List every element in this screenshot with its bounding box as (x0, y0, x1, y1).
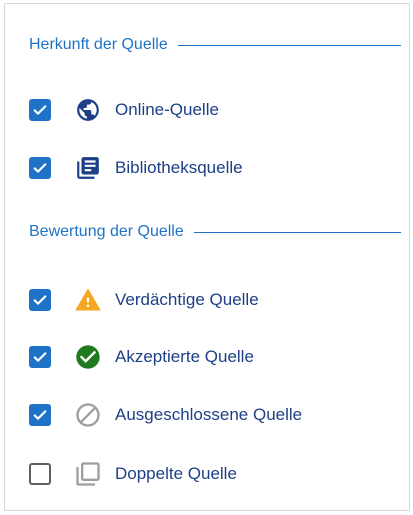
duplicate-icon (73, 459, 103, 489)
section-divider (193, 232, 401, 233)
option-online-quelle[interactable]: Online-Quelle (29, 93, 219, 127)
check-mark-icon (33, 410, 47, 420)
section-title-herkunft: Herkunft der Quelle (29, 36, 168, 53)
library-books-icon (73, 153, 103, 183)
globe-icon (73, 95, 103, 125)
option-label: Online-Quelle (115, 100, 219, 119)
option-label: Verdächtige Quelle (115, 290, 259, 309)
option-verdaechtige-quelle[interactable]: Verdächtige Quelle (29, 283, 259, 317)
option-ausgeschlossene-quelle[interactable]: Ausgeschlossene Quelle (29, 398, 302, 432)
option-bibliotheksquelle[interactable]: Bibliotheksquelle (29, 151, 243, 185)
checkbox-ausgeschlossene-quelle[interactable] (29, 404, 51, 426)
checkbox-akzeptierte-quelle[interactable] (29, 346, 51, 368)
option-label: Bibliotheksquelle (115, 158, 243, 177)
section-title-bewertung: Bewertung der Quelle (29, 223, 184, 240)
section-header-herkunft: Herkunft der Quelle (29, 34, 401, 56)
checkbox-doppelte-quelle[interactable] (29, 463, 51, 485)
checkbox-verdaechtige-quelle[interactable] (29, 289, 51, 311)
check-circle-icon (73, 342, 103, 372)
warning-icon (73, 285, 103, 315)
section-header-bewertung: Bewertung der Quelle (29, 221, 401, 243)
option-label: Ausgeschlossene Quelle (115, 405, 303, 424)
check-mark-icon (33, 295, 47, 305)
checkbox-online-quelle[interactable] (29, 99, 51, 121)
check-mark-icon (33, 163, 47, 173)
block-icon (73, 400, 103, 430)
check-mark-icon (33, 352, 47, 362)
option-akzeptierte-quelle[interactable]: Akzeptierte Quelle (29, 340, 254, 374)
option-doppelte-quelle[interactable]: Doppelte Quelle (29, 457, 237, 491)
option-label: Akzeptierte Quelle (115, 347, 254, 366)
checkbox-bibliotheksquelle[interactable] (29, 157, 51, 179)
option-label: Doppelte Quelle (115, 464, 237, 483)
filter-panel: Herkunft der Quelle Online-Quelle Biblio… (4, 3, 410, 511)
check-mark-icon (33, 105, 47, 115)
section-divider (177, 45, 401, 46)
